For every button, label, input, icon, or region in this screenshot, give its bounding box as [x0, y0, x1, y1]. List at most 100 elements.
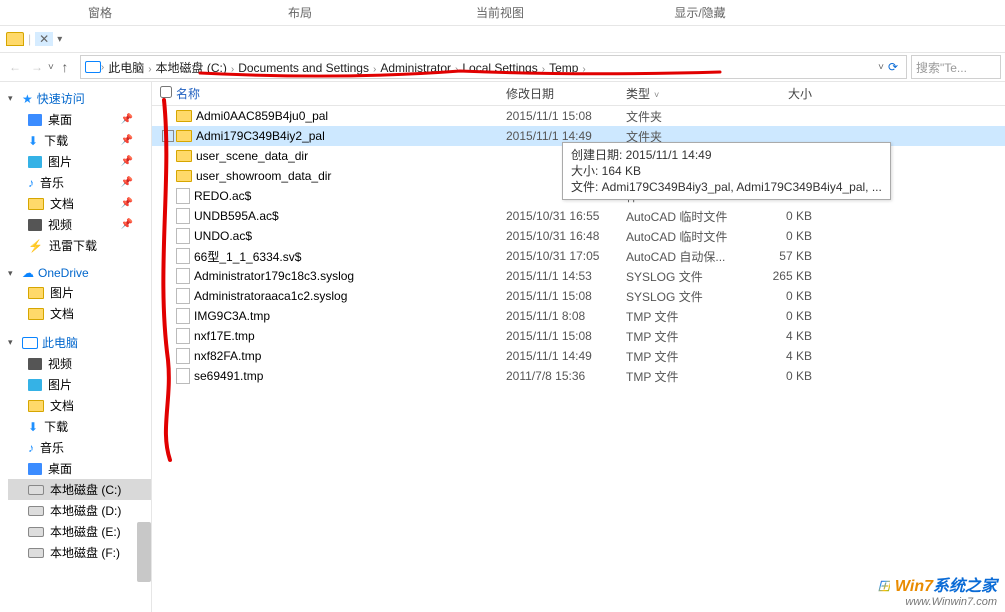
- pin-icon: 📌: [121, 114, 133, 125]
- file-date: 2015/10/31 16:48: [506, 229, 626, 243]
- file-type: AutoCAD 临时文件: [626, 208, 742, 225]
- file-name: user_scene_data_dir: [196, 149, 308, 163]
- column-headers[interactable]: 名称 修改日期 类型˅ 大小: [152, 82, 1005, 106]
- star-icon: ★: [22, 92, 33, 106]
- documents-icon: [28, 400, 44, 412]
- sidebar-item[interactable]: 文档: [8, 395, 151, 416]
- file-row[interactable]: se69491.tmp 2011/7/8 15:36 TMP 文件 0 KB: [152, 366, 1005, 386]
- folder-icon: [176, 150, 192, 162]
- sidebar-item-label: 文档: [50, 397, 74, 414]
- sidebar-item[interactable]: 桌面: [8, 458, 151, 479]
- sidebar-item[interactable]: 文档: [8, 303, 151, 324]
- folder-icon[interactable]: [6, 32, 24, 46]
- ribbon-tab[interactable]: 布局: [200, 0, 400, 25]
- breadcrumb-segment[interactable]: Local Settings: [458, 61, 541, 75]
- caret-icon[interactable]: ▾: [8, 337, 18, 348]
- file-row[interactable]: IMG9C3A.tmp 2015/11/1 8:08 TMP 文件 0 KB: [152, 306, 1005, 326]
- sidebar-item[interactable]: 图片: [8, 282, 151, 303]
- file-size: 265 KB: [742, 269, 812, 283]
- sidebar-item-label: 桌面: [48, 111, 72, 128]
- file-row[interactable]: nxf82FA.tmp 2015/11/1 14:49 TMP 文件 4 KB: [152, 346, 1005, 366]
- ribbon-tab[interactable]: 显示/隐藏: [600, 0, 800, 25]
- breadcrumb-segment[interactable]: 本地磁盘 (C:): [152, 61, 231, 75]
- sidebar-item[interactable]: ♪音乐📌: [8, 172, 151, 193]
- file-size: 4 KB: [742, 349, 812, 363]
- caret-icon[interactable]: ▾: [8, 93, 18, 104]
- file-date: 2015/11/1 15:08: [506, 109, 626, 123]
- row-checkbox[interactable]: [162, 130, 174, 142]
- sidebar-item[interactable]: ♪音乐: [8, 437, 151, 458]
- file-date: 2015/11/1 15:08: [506, 329, 626, 343]
- file-name: Admi0AAC859B4ju0_pal: [196, 109, 328, 123]
- column-date[interactable]: 修改日期: [506, 85, 626, 102]
- sidebar-item-label: 桌面: [48, 460, 72, 477]
- file-row[interactable]: UNDB595A.ac$ 2015/10/31 16:55 AutoCAD 临时…: [152, 206, 1005, 226]
- delete-icon[interactable]: ✕: [35, 32, 53, 46]
- chevron-right-icon[interactable]: ›: [582, 64, 585, 75]
- sidebar-item[interactable]: 本地磁盘 (D:): [8, 500, 151, 521]
- file-row[interactable]: UNDO.ac$ 2015/10/31 16:48 AutoCAD 临时文件 0…: [152, 226, 1005, 246]
- chevron-down-icon[interactable]: ˅: [878, 62, 884, 73]
- file-icon: [176, 348, 190, 364]
- sidebar-item[interactable]: 视频: [8, 353, 151, 374]
- sidebar-header[interactable]: ▾此电脑: [8, 332, 151, 353]
- select-all-checkbox[interactable]: [160, 86, 172, 98]
- file-icon: [176, 228, 190, 244]
- file-row[interactable]: Administrator179c18c3.syslog 2015/11/1 1…: [152, 266, 1005, 286]
- file-icon: [176, 368, 190, 384]
- sidebar-item[interactable]: 本地磁盘 (E:): [8, 521, 151, 542]
- caret-icon[interactable]: ▾: [8, 268, 18, 279]
- file-size: 0 KB: [742, 369, 812, 383]
- file-date: 2015/11/1 14:49: [506, 349, 626, 363]
- file-row[interactable]: nxf17E.tmp 2015/11/1 15:08 TMP 文件 4 KB: [152, 326, 1005, 346]
- sidebar-item-label: 视频: [48, 216, 72, 233]
- navigation-pane[interactable]: ▾★快速访问桌面📌⬇下载📌图片📌♪音乐📌文档📌视频📌⚡迅雷下载▾☁OneDriv…: [0, 82, 152, 612]
- forward-button[interactable]: →: [26, 56, 48, 78]
- ribbon-tab[interactable]: 当前视图: [400, 0, 600, 25]
- dropdown-icon[interactable]: ▾: [57, 34, 62, 45]
- sidebar-item[interactable]: 图片📌: [8, 151, 151, 172]
- file-row[interactable]: 66型_1_1_6334.sv$ 2015/10/31 17:05 AutoCA…: [152, 246, 1005, 266]
- sidebar-item[interactable]: 视频 📌: [8, 214, 151, 235]
- column-size[interactable]: 大小: [742, 85, 812, 102]
- search-input[interactable]: 搜索"Te...: [911, 55, 1001, 79]
- file-name: nxf17E.tmp: [194, 329, 255, 343]
- sidebar-item[interactable]: ⬇下载: [8, 416, 151, 437]
- file-date: 2015/11/1 8:08: [506, 309, 626, 323]
- ribbon-tabs: 窗格 布局 当前视图 显示/隐藏: [0, 0, 1005, 26]
- breadcrumb-segment[interactable]: Documents and Settings: [234, 61, 373, 75]
- breadcrumb-segment[interactable]: Administrator: [376, 61, 455, 75]
- file-icon: [176, 308, 190, 324]
- sidebar-item[interactable]: 本地磁盘 (C:): [8, 479, 151, 500]
- sidebar-header[interactable]: ▾★快速访问: [8, 88, 151, 109]
- sidebar-item[interactable]: ⚡迅雷下载: [8, 235, 151, 256]
- file-row[interactable]: Admi0AAC859B4ju0_pal 2015/11/1 15:08 文件夹: [152, 106, 1005, 126]
- scrollbar-thumb[interactable]: [137, 522, 151, 582]
- pin-icon: 📌: [121, 219, 133, 230]
- sidebar-item-label: 视频: [48, 355, 72, 372]
- refresh-icon[interactable]: ⟳: [888, 60, 898, 74]
- file-icon: [176, 248, 190, 264]
- sidebar-header[interactable]: ▾☁OneDrive: [8, 264, 151, 282]
- file-row[interactable]: Administratoraaca1c2.syslog 2015/11/1 15…: [152, 286, 1005, 306]
- breadcrumb-segment[interactable]: 此电脑: [104, 61, 148, 75]
- cloud-icon: ☁: [22, 266, 34, 280]
- file-size: 0 KB: [742, 229, 812, 243]
- sidebar-item[interactable]: 文档📌: [8, 193, 151, 214]
- file-date: 2015/11/1 14:53: [506, 269, 626, 283]
- file-type: TMP 文件: [626, 308, 742, 325]
- column-name[interactable]: 名称: [176, 85, 506, 102]
- column-type[interactable]: 类型˅: [626, 85, 742, 102]
- back-button[interactable]: ←: [4, 56, 26, 78]
- file-icon: [176, 328, 190, 344]
- sidebar-item[interactable]: 桌面 📌: [8, 109, 151, 130]
- ribbon-tab[interactable]: 窗格: [0, 0, 200, 25]
- tooltip-line: 文件: Admi179C349B4iy3_pal, Admi179C349B4i…: [571, 179, 882, 195]
- sidebar-item[interactable]: 图片: [8, 374, 151, 395]
- sidebar-item[interactable]: ⬇下载📌: [8, 130, 151, 151]
- sidebar-item[interactable]: 本地磁盘 (F:): [8, 542, 151, 563]
- up-button[interactable]: ↑: [54, 56, 76, 78]
- history-dropdown-icon[interactable]: ˅: [48, 62, 54, 73]
- breadcrumb-segment[interactable]: Temp: [545, 61, 582, 75]
- breadcrumb[interactable]: › 此电脑›本地磁盘 (C:)›Documents and Settings›A…: [80, 55, 907, 79]
